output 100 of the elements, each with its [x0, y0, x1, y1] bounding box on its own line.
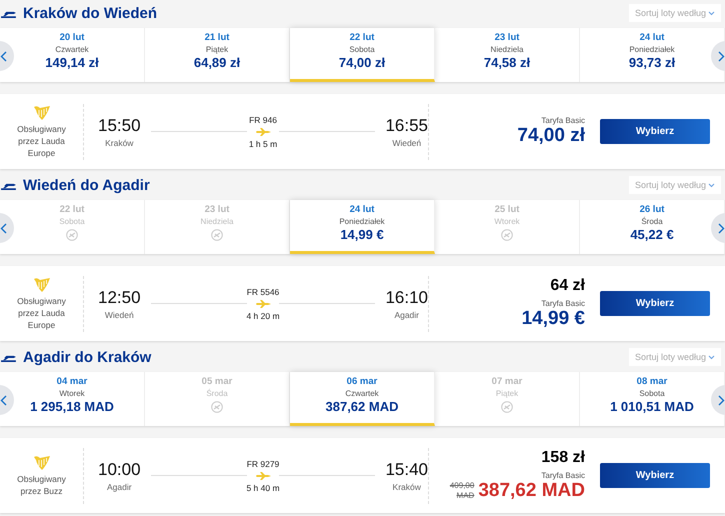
date-price: 149,14 zł: [45, 55, 99, 70]
fare-price: 387,62 MAD: [478, 480, 585, 502]
date-label: 26 lut: [640, 204, 664, 215]
plane-icon: [1, 11, 17, 18]
plane-icon: [1, 355, 17, 362]
date-tab[interactable]: 23 lut Niedziela 74,58 zł: [435, 28, 580, 82]
date-price: 74,58 zł: [484, 55, 530, 70]
date-tab[interactable]: 20 lut Czwartek 149,14 zł: [0, 28, 145, 82]
plane-icon: [255, 128, 271, 136]
date-tab[interactable]: 24 lut Poniedziałek 93,73 zł: [580, 28, 725, 82]
date-tab[interactable]: 26 lut Środa 45,22 €: [580, 200, 725, 254]
departure-time: 12:50: [98, 288, 141, 308]
chevron-right-icon: [718, 222, 725, 234]
weekday-label: Piątek: [206, 45, 228, 54]
departure-city: Kraków: [105, 138, 134, 148]
plane-icon: [1, 183, 17, 190]
flight-number: FR 5546: [246, 286, 280, 296]
select-button[interactable]: Wybierz: [600, 463, 710, 488]
date-tab[interactable]: 06 mar Czwartek 387,62 MAD: [290, 372, 435, 426]
date-label: 20 lut: [60, 32, 84, 43]
flight-duration: 4 h 20 m: [246, 310, 280, 320]
chevron-left-icon: [0, 394, 7, 406]
flight-number: FR 946: [249, 114, 277, 124]
flight-duration: 5 h 40 m: [246, 482, 280, 492]
date-price: 93,73 zł: [628, 55, 676, 70]
chevron-right-icon: [718, 50, 725, 62]
date-label: 22 lut: [60, 204, 84, 215]
no-flight-icon: [211, 401, 223, 413]
weekday-label: Sobota: [639, 389, 665, 398]
date-tab[interactable]: 21 lut Piątek 64,89 zł: [145, 28, 290, 82]
date-price: 14,99 €: [340, 227, 384, 242]
chevron-left-icon: [0, 222, 7, 234]
weekday-label: Poniedziałek: [339, 217, 385, 226]
weekday-label: Sobota: [59, 217, 85, 226]
date-label: 05 mar: [202, 376, 232, 387]
converted-price: 158 zł: [541, 449, 585, 467]
no-flight-icon: [501, 229, 513, 241]
date-tab[interactable]: 08 mar Sobota 1 010,51 MAD: [580, 372, 725, 426]
harp-icon: [32, 104, 50, 120]
no-flight-icon: [66, 229, 78, 241]
date-label: 06 mar: [346, 376, 378, 387]
plane-icon: [255, 300, 271, 308]
operator-text: Obsługiwany przez Lauda Europe: [16, 122, 67, 158]
arrival-city: Kraków: [392, 482, 421, 492]
date-price: 1 010,51 MAD: [610, 399, 694, 414]
select-button[interactable]: Wybierz: [600, 291, 710, 316]
chevron-down-icon: [708, 354, 715, 360]
arrival-time: 15:40: [385, 460, 428, 480]
route-title: Wiedeń do Agadir: [23, 176, 151, 194]
weekday-label: Poniedziałek: [629, 45, 675, 54]
weekday-label: Wtorek: [494, 217, 520, 226]
date-price: 1 295,18 MAD: [30, 399, 114, 414]
departure-city: Agadir: [106, 482, 132, 492]
weekday-label: Wtorek: [59, 389, 85, 398]
chevron-left-icon: [0, 50, 7, 62]
weekday-label: Czwartek: [345, 389, 379, 398]
harp-icon: [32, 276, 50, 292]
date-label: 25 lut: [494, 204, 520, 215]
chevron-down-icon: [708, 10, 715, 16]
arrival-city: Agadir: [394, 310, 420, 320]
operator-text: Obsługiwany przez Buzz: [16, 472, 67, 496]
date-price: 64,89 zł: [194, 55, 240, 70]
weekday-label: Sobota: [349, 45, 375, 54]
date-tab[interactable]: 22 lut Sobota 74,00 zł: [290, 28, 435, 82]
fare-price: 14,99 €: [522, 308, 585, 330]
fare-price: 74,00 zł: [517, 125, 585, 147]
select-button[interactable]: Wybierz: [600, 119, 710, 144]
date-label: 07 mar: [492, 376, 522, 387]
date-label: 23 lut: [204, 204, 230, 215]
harp-icon: [32, 454, 50, 470]
date-label: 24 lut: [640, 32, 664, 43]
flight-number: FR 9279: [246, 458, 280, 468]
converted-price: 64 zł: [550, 277, 585, 295]
arrival-city: Wiedeń: [392, 138, 422, 148]
chevron-right-icon: [718, 394, 725, 406]
date-tab[interactable]: 24 lut Poniedziałek 14,99 €: [290, 200, 435, 254]
date-label: 08 mar: [636, 376, 668, 387]
date-label: 21 lut: [204, 32, 230, 43]
weekday-label: Niedziela: [200, 217, 234, 226]
weekday-label: Środa: [641, 217, 663, 226]
no-flight-icon: [211, 229, 223, 241]
weekday-label: Piątek: [496, 389, 518, 398]
no-flight-icon: [501, 401, 513, 413]
date-label: 04 mar: [56, 376, 88, 387]
date-tab[interactable]: 04 mar Wtorek 1 295,18 MAD: [0, 372, 145, 426]
arrival-time: 16:10: [385, 288, 428, 308]
weekday-label: Czwartek: [55, 45, 89, 54]
departure-city: Wiedeń: [104, 310, 134, 320]
flight-duration: 1 h 5 m: [248, 138, 278, 148]
route-title: Kraków do Wiedeń: [23, 4, 158, 22]
fare-label: Taryfa Basic: [541, 299, 585, 308]
date-price: 387,62 MAD: [326, 399, 398, 414]
old-price: 409,00 MAD: [448, 481, 474, 501]
plane-icon: [255, 472, 271, 480]
chevron-down-icon: [708, 182, 715, 188]
fare-label: Taryfa Basic: [541, 116, 585, 125]
date-label: 24 lut: [350, 204, 374, 215]
departure-time: 10:00: [98, 460, 141, 480]
date-price: 45,22 €: [630, 227, 674, 242]
date-price: 74,00 zł: [338, 55, 386, 70]
